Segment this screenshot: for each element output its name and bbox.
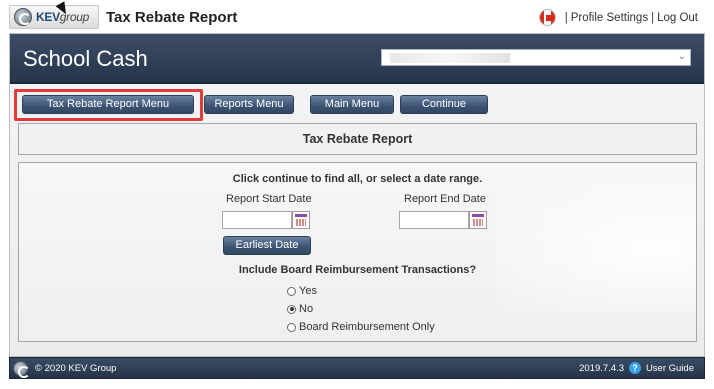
- option-yes[interactable]: Yes: [287, 285, 317, 297]
- radio-board-only[interactable]: [287, 322, 296, 332]
- start-date-input[interactable]: [222, 211, 292, 229]
- profile-settings-link[interactable]: Profile Settings: [571, 12, 648, 24]
- radio-yes[interactable]: [287, 286, 296, 296]
- end-calendar-icon[interactable]: [469, 211, 487, 229]
- board-reimbursement-question: Include Board Reimbursement Transactions…: [238, 264, 477, 276]
- main-frame: School Cash ⌄ Tax Rebate Report Menu Rep…: [9, 33, 705, 357]
- end-date-input[interactable]: [399, 211, 469, 229]
- radio-no[interactable]: [287, 304, 296, 314]
- section-title-box: Tax Rebate Report: [18, 123, 697, 155]
- banner: School Cash ⌄: [10, 34, 704, 84]
- log-out-link[interactable]: Log Out: [657, 12, 698, 24]
- chevron-down-icon[interactable]: ⌄: [678, 51, 686, 62]
- top-links: | Profile Settings | Log Out: [538, 9, 698, 26]
- canada-flag-icon[interactable]: [538, 9, 556, 26]
- link-separator: |: [564, 11, 568, 24]
- footer-logo-icon: [13, 360, 31, 378]
- date-range-form: Click continue to find all, or select a …: [18, 162, 697, 342]
- version-text: 2019.7.4.3: [579, 363, 624, 374]
- option-board-only[interactable]: Board Reimbursement Only: [287, 321, 435, 333]
- earliest-date-button[interactable]: Earliest Date: [223, 236, 311, 255]
- option-no[interactable]: No: [287, 303, 313, 315]
- start-calendar-icon[interactable]: [292, 211, 310, 229]
- school-select[interactable]: ⌄: [381, 49, 691, 66]
- help-icon[interactable]: ?: [629, 362, 641, 374]
- continue-button[interactable]: Continue: [400, 95, 488, 114]
- instruction-text: Click continue to find all, or select a …: [232, 173, 483, 185]
- section-title: Tax Rebate Report: [302, 132, 413, 146]
- kevgroup-logo[interactable]: KEVgroup: [9, 5, 99, 29]
- top-bar: KEVgroup Tax Rebate Report | Profile Set…: [0, 0, 714, 36]
- reports-menu-button[interactable]: Reports Menu: [204, 95, 294, 114]
- end-date-label: Report End Date: [404, 193, 486, 205]
- link-separator: |: [651, 11, 655, 24]
- option-yes-label: Yes: [299, 285, 317, 297]
- user-guide-link[interactable]: User Guide: [646, 363, 694, 374]
- main-menu-button[interactable]: Main Menu: [310, 95, 394, 114]
- tax-rebate-report-menu-button[interactable]: Tax Rebate Report Menu: [22, 95, 194, 114]
- kevgroup-logo-icon: [14, 8, 32, 26]
- option-board-only-label: Board Reimbursement Only: [299, 321, 435, 333]
- option-no-label: No: [299, 303, 314, 315]
- copyright-text: © 2020 KEV Group: [35, 363, 117, 374]
- footer: © 2020 KEV Group 2019.7.4.3 ? User Guide: [9, 357, 705, 379]
- start-date-label: Report Start Date: [226, 193, 312, 205]
- school-select-value: [390, 53, 510, 63]
- page-title: Tax Rebate Report: [106, 9, 238, 26]
- brand-title: School Cash: [23, 46, 148, 71]
